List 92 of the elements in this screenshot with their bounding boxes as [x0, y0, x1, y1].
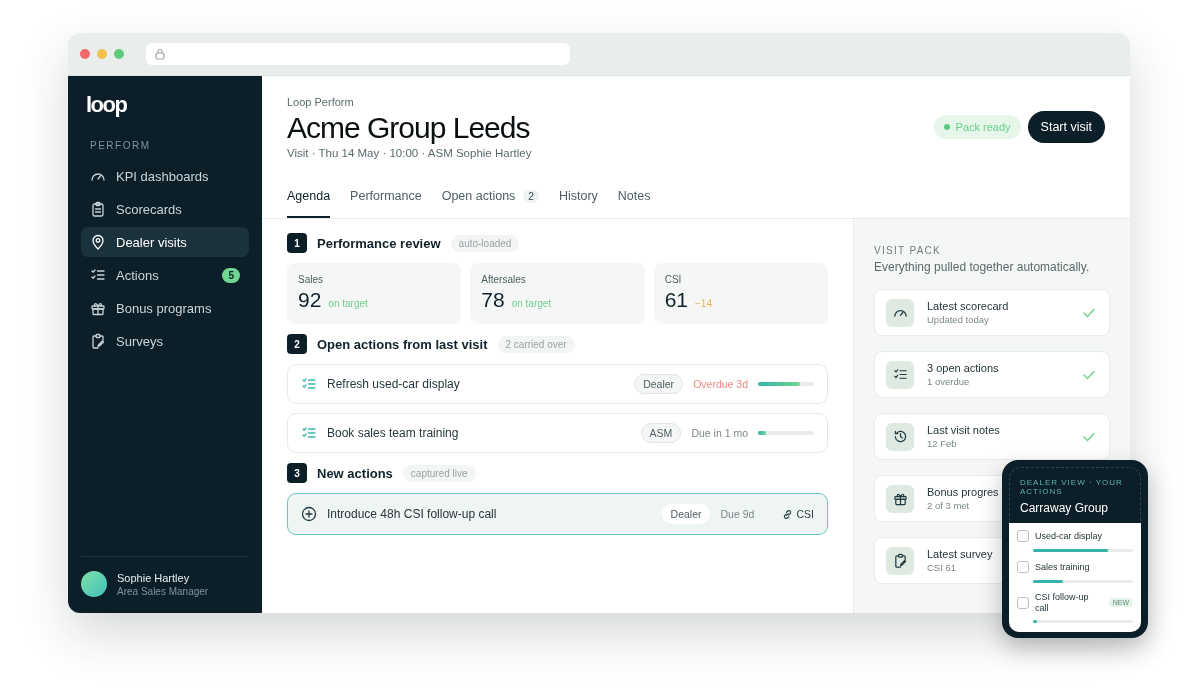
checklist-icon	[301, 376, 317, 392]
tab[interactable]: History	[558, 181, 598, 218]
avatar	[81, 571, 107, 597]
step-number: 1	[287, 233, 307, 253]
minimize-dot[interactable]	[97, 49, 107, 59]
section-tag: 2 carried over	[497, 335, 575, 353]
metric-note: on target	[511, 298, 552, 309]
gift-icon	[892, 491, 908, 506]
metric-label: CSI	[664, 274, 683, 285]
action-title: Book sales team training	[327, 426, 460, 440]
action-title: Refresh used-car display	[327, 377, 461, 391]
user-name: Sophie Hartley	[117, 571, 191, 584]
link-icon	[782, 508, 794, 520]
task-label: CSI follow-up call	[1035, 592, 1090, 614]
due-date: Due 9d	[720, 508, 756, 520]
start-visit-button[interactable]: Start visit	[1027, 111, 1105, 143]
metric-label: Sales	[298, 274, 324, 285]
logo: loop	[85, 92, 128, 118]
breadcrumb: Loop Perform	[287, 96, 355, 108]
owner-tag: Dealer	[661, 504, 711, 524]
metric-value: 61	[664, 288, 688, 312]
survey-icon	[892, 553, 908, 568]
clipboard-icon	[90, 201, 106, 217]
page-title: Acme Group Leeds	[287, 111, 531, 145]
item-title: Latest survey	[927, 548, 993, 560]
pack-item[interactable]: Latest scorecard Updated today	[874, 289, 1110, 336]
action-title: Introduce 48h CSI follow-up call	[327, 507, 498, 521]
item-detail: CSI 61	[927, 562, 957, 573]
sidebar-item[interactable]: KPI dashboards	[81, 161, 249, 191]
item-title: Latest scorecard	[927, 300, 1009, 312]
item-title: Bonus progres	[927, 486, 999, 498]
due-date: Overdue 3d	[693, 378, 748, 390]
owner-tag: Dealer	[634, 374, 684, 394]
metric-note: on target	[328, 298, 368, 309]
sidebar-item[interactable]: Dealer visits	[81, 227, 249, 257]
history-icon	[892, 429, 908, 444]
item-title: Last visit notes	[927, 424, 1000, 436]
owner-tag: ASM	[640, 423, 682, 443]
step-number: 2	[287, 334, 307, 354]
status-pill: Pack ready	[933, 115, 1021, 139]
section-title: Open actions from last visit	[317, 336, 488, 352]
new-action-row[interactable]: Introduce 48h CSI follow-up call Dealer Due 9d CSI	[287, 493, 828, 535]
sidebar-item[interactable]: Scorecards	[81, 194, 249, 224]
checklist-icon	[301, 425, 317, 441]
item-detail: Updated today	[927, 314, 989, 325]
address-bar[interactable]	[146, 43, 570, 65]
section-title: New actions	[317, 465, 393, 481]
tab[interactable]: Performance	[350, 181, 422, 218]
checkbox[interactable]	[1017, 596, 1029, 609]
item-detail: 2 of 3 met	[927, 500, 970, 511]
user-role: Area Sales Manager	[117, 585, 209, 597]
lock-icon	[155, 48, 165, 60]
visit-details: Visit · Thu 14 May · 10:00 · ASM Sophie Hartley	[287, 147, 532, 159]
action-row[interactable]: Book sales team training ASM Due in 1 mo	[287, 413, 828, 453]
task-label: Sales training	[1035, 562, 1091, 573]
sidebar-item[interactable]: Surveys	[81, 326, 249, 356]
section-tag: captured live	[402, 464, 476, 482]
survey-icon	[90, 333, 106, 349]
action-row[interactable]: Refresh used-car display Dealer Overdue 3d	[287, 364, 828, 404]
section-label: PERFORM	[89, 140, 152, 151]
tab[interactable]: Agenda	[287, 181, 331, 218]
metric-value: 78	[481, 288, 505, 312]
panel-heading: VISIT PACK	[874, 245, 943, 256]
sidebar-item[interactable]: Actions 5	[81, 260, 249, 290]
pin-icon	[90, 234, 106, 250]
close-dot[interactable]	[80, 49, 90, 59]
step-number: 3	[287, 463, 307, 483]
section-title: Performance review	[317, 235, 441, 251]
sidebar-item[interactable]: Bonus programs	[81, 293, 249, 323]
pack-item[interactable]: 3 open actions 1 overdue	[874, 351, 1110, 398]
pack-item[interactable]: Last visit notes 12 Feb	[874, 413, 1110, 460]
maximize-dot[interactable]	[114, 49, 124, 59]
gift-icon	[90, 300, 106, 316]
due-date: Due in 1 mo	[691, 427, 748, 439]
item-detail: 1 overdue	[927, 376, 970, 387]
linked-metric[interactable]: CSI	[796, 508, 814, 520]
panel-subtitle: Everything pulled together automatically.	[874, 260, 1091, 274]
metric-value: 92	[298, 288, 322, 312]
checklist-icon	[892, 367, 908, 382]
add-icon	[301, 506, 317, 522]
count-badge: 5	[222, 267, 240, 283]
checkbox[interactable]	[1017, 530, 1029, 543]
item-title: 3 open actions	[927, 362, 999, 374]
metric-label: Aftersales	[481, 274, 527, 285]
metric-note: −14	[695, 298, 712, 309]
checkbox[interactable]	[1017, 561, 1029, 574]
tab[interactable]: Open actions 2	[441, 181, 539, 218]
section-tag: auto-loaded	[450, 234, 520, 252]
dealer-name: Carraway Group	[1020, 501, 1110, 516]
item-detail: 12 Feb	[927, 438, 957, 449]
tab[interactable]: Notes	[617, 181, 651, 218]
checklist-icon	[90, 267, 106, 283]
